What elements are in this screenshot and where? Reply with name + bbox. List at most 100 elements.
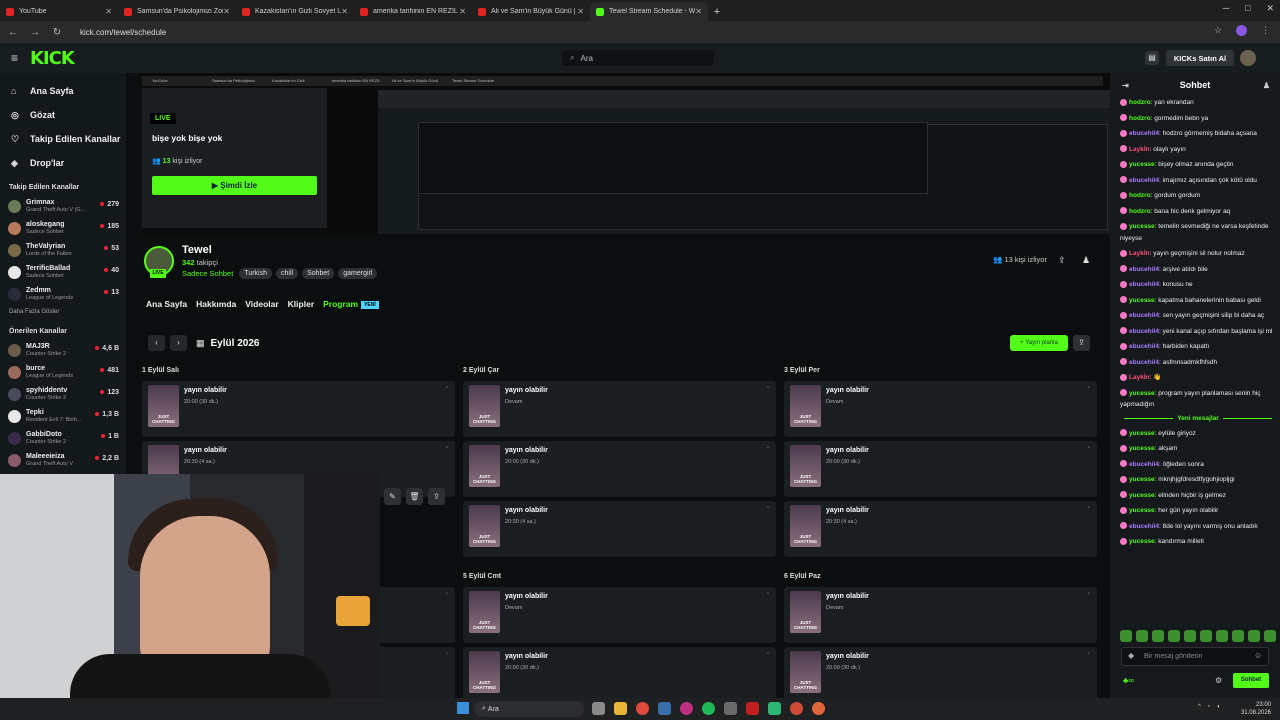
kicks-icon[interactable]: ♣∞ xyxy=(1123,676,1134,685)
taskbar-search[interactable]: ⌕ Ara xyxy=(474,701,584,717)
chrome-icon-2[interactable] xyxy=(790,702,803,715)
emote-icon[interactable] xyxy=(1264,630,1276,642)
chat-username[interactable]: yucesse xyxy=(1129,390,1155,397)
channel-item[interactable]: Maleeeieiza Grand Theft Auto V 2,2 B xyxy=(0,449,126,471)
chat-username[interactable]: ebucehil4 xyxy=(1129,343,1159,350)
close-window-button[interactable]: ✕ xyxy=(1266,3,1274,14)
obs-icon[interactable] xyxy=(746,702,759,715)
browser-tab[interactable]: Ali ve Sam'in Büyük Günü | Evli✕ xyxy=(472,2,590,21)
chat-username[interactable]: ebucehil4 xyxy=(1129,177,1159,184)
channel-item[interactable]: MAJ3R Counter-Strike 2 4,6 B xyxy=(0,339,126,361)
chrome-icon-3[interactable] xyxy=(812,702,825,715)
prev-month-button[interactable]: ‹ xyxy=(148,335,165,351)
emote-icon[interactable] xyxy=(1248,630,1260,642)
gear-icon[interactable]: ⚙ xyxy=(1215,676,1222,685)
emote-icon[interactable] xyxy=(1168,630,1180,642)
schedule-event[interactable]: JUST CHATTING yayın olabilir 20:30 (4 sa.)… xyxy=(784,501,1097,557)
tab-videolar[interactable]: Videolar xyxy=(245,299,278,309)
emote-icon[interactable] xyxy=(1184,630,1196,642)
sidebar-item[interactable]: ◈ Drop'lar xyxy=(0,151,126,175)
schedule-event[interactable]: JUST CHATTING yayın olabilir 20:00 (30 dk.… xyxy=(784,647,1097,703)
sidebar-item[interactable]: ♡ Takip Edilen Kanallar xyxy=(0,127,126,151)
tab-ana-sayfa[interactable]: Ana Sayfa xyxy=(146,299,187,309)
bookmark-icon[interactable]: ☆ xyxy=(1214,25,1222,38)
next-month-button[interactable]: › xyxy=(170,335,187,351)
chat-username[interactable]: yucesse xyxy=(1129,297,1155,304)
chat-username[interactable]: yucesse xyxy=(1129,538,1155,545)
watch-now-button[interactable]: ▶ Şimdi İzle xyxy=(152,176,317,195)
app-icon[interactable] xyxy=(768,702,781,715)
chat-username[interactable]: Laykİn xyxy=(1129,374,1150,381)
bell-icon[interactable]: ▫ xyxy=(1088,445,1090,451)
wifi-icon[interactable]: ◔ xyxy=(1207,704,1211,710)
close-icon[interactable]: ✕ xyxy=(105,7,112,16)
close-icon[interactable]: ✕ xyxy=(459,7,466,16)
schedule-event[interactable]: JUST CHATTING yayın olabilir Devam ▫ xyxy=(784,381,1097,437)
channel-item[interactable]: burce League of Legends 481 xyxy=(0,361,126,383)
sidebar-item[interactable]: ◎ Gözat xyxy=(0,103,126,127)
sidebar-item[interactable]: ⌂ Ana Sayfa xyxy=(0,79,126,103)
share-schedule-icon[interactable]: ⇪ xyxy=(1073,335,1090,351)
chat-username[interactable]: yucesse xyxy=(1129,507,1155,514)
delete-icon[interactable]: 🗑 xyxy=(406,488,423,505)
channel-item[interactable]: Tepki Resident Evil 7: Bioh... 1,3 B xyxy=(0,405,126,427)
schedule-event[interactable]: JUST CHATTING yayın olabilir 20:00 (30 dk.… xyxy=(142,381,455,437)
schedule-stream-button[interactable]: + Yayın planla xyxy=(1010,335,1068,351)
tab-hakkımda[interactable]: Hakkımda xyxy=(196,299,236,309)
bell-icon[interactable]: ▫ xyxy=(767,651,769,657)
chat-username[interactable]: yucesse xyxy=(1129,476,1155,483)
tag-pill[interactable]: chill xyxy=(276,268,299,279)
chat-username[interactable]: ebucehil4 xyxy=(1129,130,1159,137)
hamburger-icon[interactable]: ≡ xyxy=(11,51,18,65)
chrome-icon[interactable] xyxy=(636,702,649,715)
bell-icon[interactable]: ▫ xyxy=(767,591,769,597)
chat-username[interactable]: yucesse xyxy=(1129,492,1155,499)
chat-username[interactable]: ebucehil4 xyxy=(1129,328,1159,335)
tag-pill[interactable]: Sohbet xyxy=(302,268,335,279)
chevron-up-icon[interactable]: ^ xyxy=(1198,704,1201,710)
collapse-chat-icon[interactable]: ⇥ xyxy=(1122,81,1129,90)
chat-username[interactable]: ebucehil4 xyxy=(1129,461,1159,468)
share-icon[interactable]: ⇪ xyxy=(1058,255,1066,266)
share-event-icon[interactable]: ⇪ xyxy=(428,488,445,505)
bell-icon[interactable]: ▫ xyxy=(767,445,769,451)
schedule-event[interactable]: JUST CHATTING yayın olabilir 20:00 (30 dk.… xyxy=(463,647,776,703)
tag-pill[interactable]: Turkish xyxy=(239,268,272,279)
chat-username[interactable]: ebucehil4 xyxy=(1129,266,1159,273)
bell-icon[interactable]: ▫ xyxy=(767,505,769,511)
close-icon[interactable]: ✕ xyxy=(341,7,348,16)
follow-icon[interactable]: ♟ xyxy=(1082,255,1090,266)
taskbar-clock[interactable]: 23:00 31.08.2026 xyxy=(1241,701,1271,717)
chat-username[interactable]: Laykİn xyxy=(1129,146,1150,153)
schedule-event[interactable]: JUST CHATTING yayın olabilir 20:30 (4 sa.)… xyxy=(463,501,776,557)
task-view-icon[interactable] xyxy=(592,702,605,715)
emote-icon[interactable] xyxy=(1200,630,1212,642)
chat-username[interactable]: hodzro xyxy=(1129,192,1151,199)
chat-username[interactable]: ebucehil4 xyxy=(1129,523,1159,530)
edit-icon[interactable]: ✎ xyxy=(384,488,401,505)
bell-icon[interactable]: ▫ xyxy=(767,385,769,391)
bell-icon[interactable]: ▫ xyxy=(446,445,448,451)
spotify-icon[interactable] xyxy=(702,702,715,715)
schedule-event[interactable]: JUST CHATTING yayın olabilir Devam ▫ xyxy=(463,381,776,437)
library-icon[interactable]: ▤ xyxy=(1145,51,1159,65)
channel-name[interactable]: Tewel xyxy=(182,244,212,256)
volume-icon[interactable]: ◖ xyxy=(1216,704,1220,710)
chat-username[interactable]: hodzro xyxy=(1129,99,1151,106)
bell-icon[interactable]: ▫ xyxy=(446,651,448,657)
category-link[interactable]: Sadece Sohbet xyxy=(182,269,233,278)
back-icon[interactable]: ← xyxy=(4,27,22,38)
channel-item[interactable]: aloskegang Sadece Sohbet 185 xyxy=(0,217,126,239)
chat-username[interactable]: ebucehil4 xyxy=(1129,281,1159,288)
channel-item[interactable]: Grimnax Grand Theft Auto V (G... 279 xyxy=(0,195,126,217)
schedule-event[interactable]: JUST CHATTING yayın olabilir Devam ▫ xyxy=(784,587,1097,643)
bell-icon[interactable]: ▫ xyxy=(446,385,448,391)
browser-tab[interactable]: YouTube ✕ xyxy=(0,2,118,21)
chat-username[interactable]: hodzro xyxy=(1129,115,1151,122)
kick-logo[interactable]: KICK xyxy=(30,48,75,69)
close-icon[interactable]: ✕ xyxy=(223,7,230,16)
folder-icon[interactable] xyxy=(614,702,627,715)
chat-username[interactable]: yucesse xyxy=(1129,430,1155,437)
emote-icon[interactable] xyxy=(1216,630,1228,642)
chat-input[interactable]: Bir mesaj gönderin xyxy=(1121,647,1269,666)
